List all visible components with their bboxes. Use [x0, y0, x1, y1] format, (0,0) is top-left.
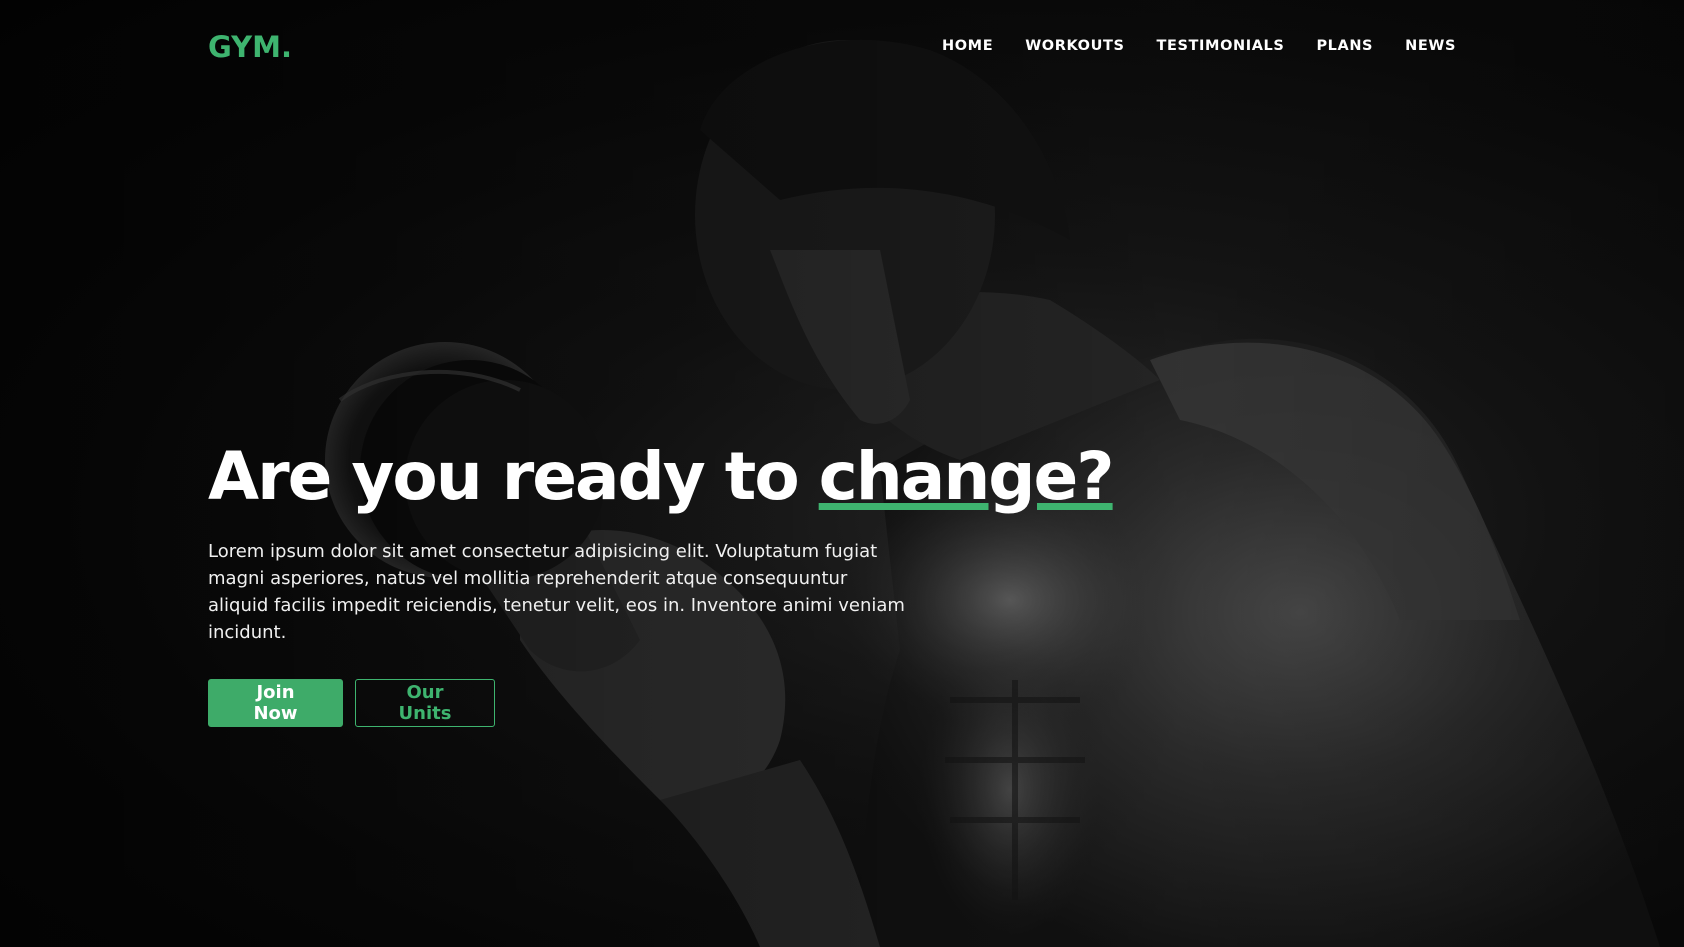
nav-item-plans[interactable]: PLANS: [1316, 38, 1373, 54]
hero-description: Lorem ipsum dolor sit amet consectetur a…: [208, 541, 905, 643]
nav-item-news[interactable]: NEWS: [1405, 38, 1456, 54]
navbar: GYM. HOME WORKOUTS TESTIMONIALS PLANS NE…: [0, 0, 1684, 96]
nav-item-testimonials[interactable]: TESTIMONIALS: [1157, 38, 1285, 54]
join-now-button[interactable]: Join Now: [208, 679, 343, 727]
hero-headline: Are you ready to change?: [208, 438, 1115, 516]
hero-actions: Join Now Our Units: [208, 679, 1108, 727]
brand-logo[interactable]: GYM.: [208, 30, 292, 64]
main-nav: HOME WORKOUTS TESTIMONIALS PLANS NEWS: [910, 38, 1456, 54]
nav-item-workouts[interactable]: WORKOUTS: [1025, 38, 1124, 54]
our-units-button[interactable]: Our Units: [355, 679, 495, 727]
headline-accent-word: change?: [818, 438, 1115, 515]
hero-content: Are you ready to change? Lorem ipsum dol…: [208, 438, 1115, 727]
headline-prefix: Are you ready to: [208, 438, 819, 515]
nav-item-home[interactable]: HOME: [942, 38, 993, 54]
